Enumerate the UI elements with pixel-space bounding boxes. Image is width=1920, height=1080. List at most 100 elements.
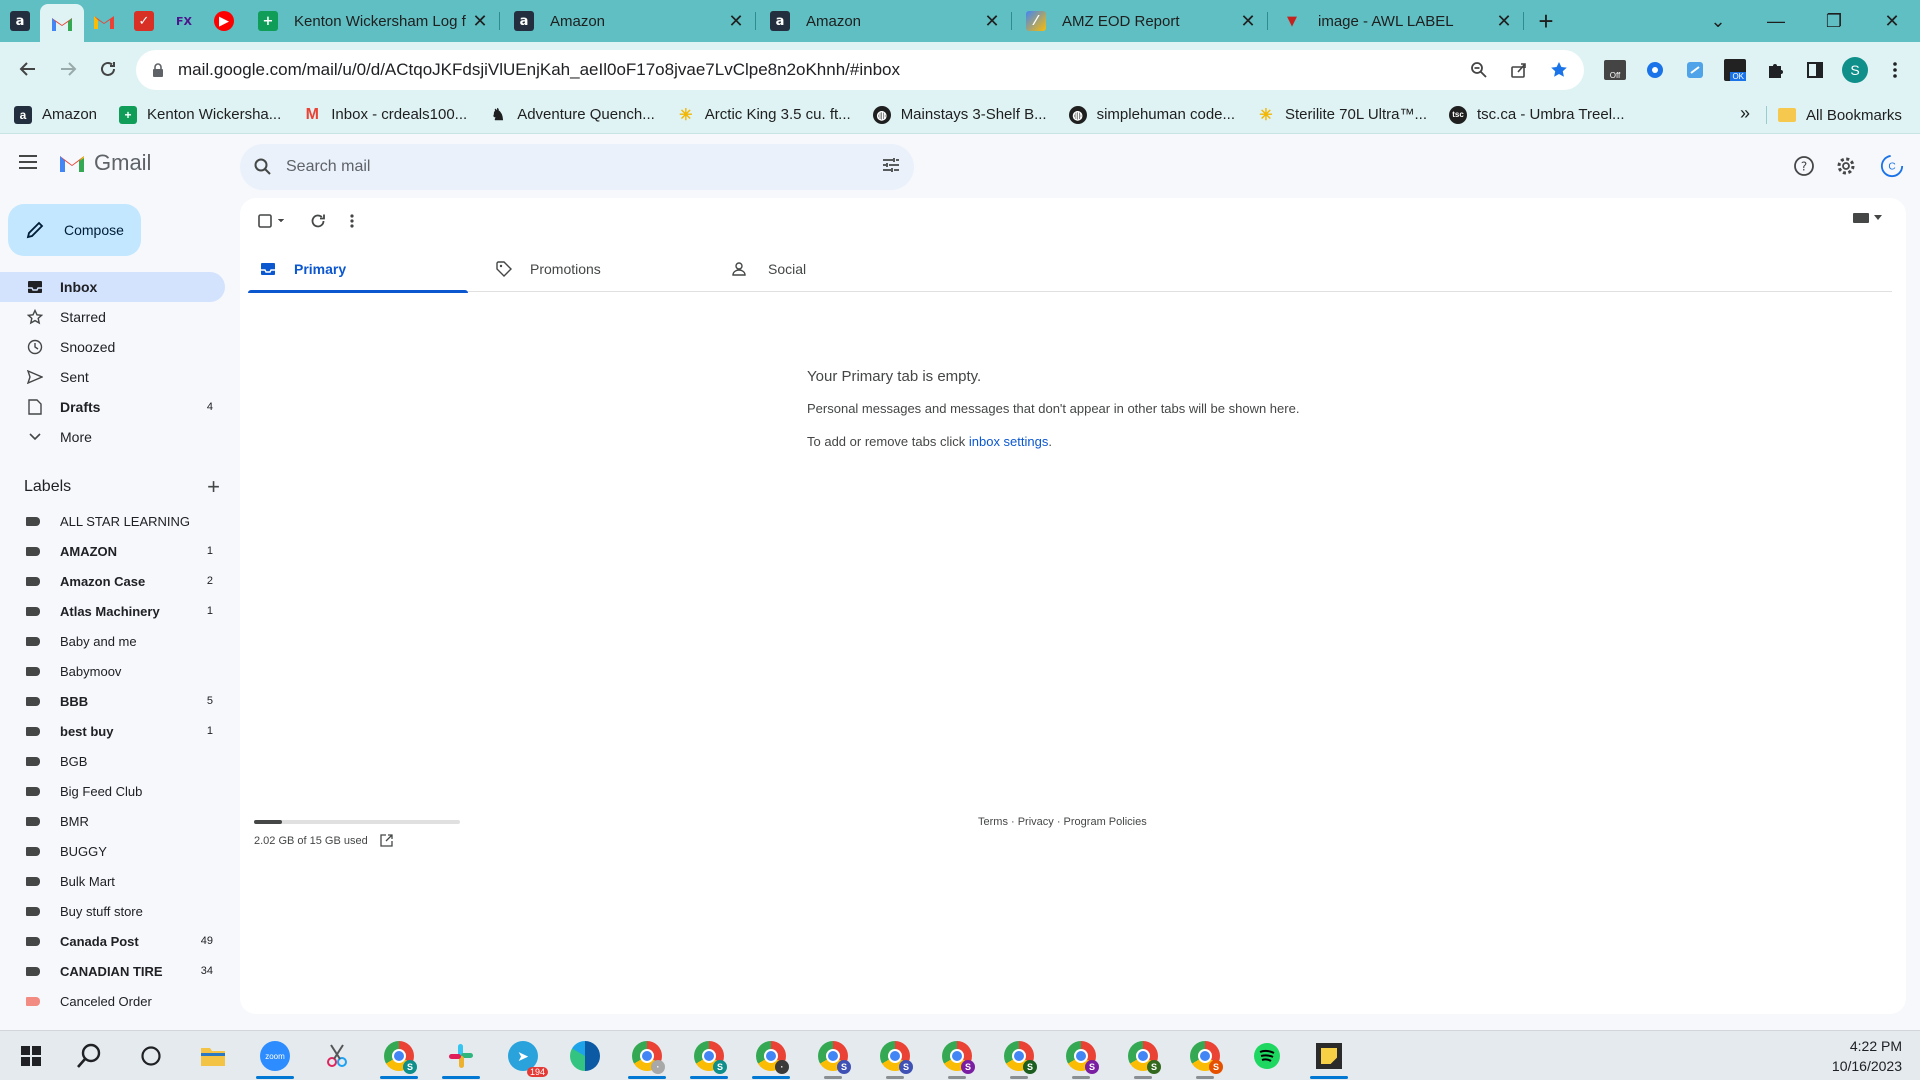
search-taskbar-icon[interactable]: [62, 1031, 116, 1080]
slack-icon[interactable]: [434, 1031, 488, 1080]
settings-gear-icon[interactable]: [1834, 154, 1858, 178]
minimize-button[interactable]: —: [1748, 0, 1804, 42]
tab-promotions[interactable]: Promotions: [484, 246, 704, 292]
search-bar[interactable]: Search mail: [240, 144, 914, 190]
nav-item-snoozed[interactable]: Snoozed: [0, 332, 225, 362]
bookmark-tsc[interactable]: tsc tsc.ca - Umbra Treel...: [1449, 105, 1625, 124]
pinned-tab-youtube[interactable]: ▶: [204, 0, 244, 42]
search-icon[interactable]: [254, 158, 272, 176]
chrome-window-icon[interactable]: S: [1054, 1031, 1108, 1080]
label-item[interactable]: Babymoov: [0, 656, 225, 686]
close-icon[interactable]: ✕: [728, 11, 744, 32]
more-options-icon[interactable]: [350, 208, 354, 234]
select-all-checkbox[interactable]: [258, 208, 286, 234]
lock-icon[interactable]: [152, 63, 164, 77]
add-label-icon[interactable]: +: [207, 474, 220, 500]
label-item[interactable]: Bulk Mart: [0, 866, 225, 896]
tab-amazon-1[interactable]: a Amazon ✕: [500, 0, 756, 42]
label-item[interactable]: BGB: [0, 746, 225, 776]
label-item[interactable]: Canada Post 49: [0, 926, 225, 956]
tab-kenton-log[interactable]: + Kenton Wickersham Log f ✕: [244, 0, 500, 42]
chrome-window-icon[interactable]: S: [682, 1031, 736, 1080]
snipping-tool-icon[interactable]: [310, 1031, 364, 1080]
help-icon[interactable]: ?: [1792, 154, 1816, 178]
close-icon[interactable]: ✕: [1240, 11, 1256, 32]
back-button[interactable]: [8, 49, 48, 89]
pinned-tab-amazon[interactable]: a: [0, 0, 40, 42]
bookmark-inbox[interactable]: M Inbox - crdeals100...: [303, 106, 468, 124]
chrome-window-icon[interactable]: ·: [744, 1031, 798, 1080]
bookmark-arctic-king[interactable]: ✳ Arctic King 3.5 cu. ft...: [677, 106, 851, 124]
inbox-settings-link[interactable]: inbox settings: [969, 434, 1049, 449]
extension-off-icon[interactable]: Off: [1600, 56, 1630, 84]
browser-menu-icon[interactable]: [1880, 56, 1910, 84]
compose-button[interactable]: Compose: [8, 204, 141, 256]
close-window-button[interactable]: ✕: [1864, 0, 1920, 42]
bookmark-kenton[interactable]: + Kenton Wickersha...: [119, 105, 281, 124]
gmail-logo[interactable]: Gmail: [58, 150, 151, 176]
task-view-icon[interactable]: [124, 1031, 178, 1080]
label-item[interactable]: Baby and me: [0, 626, 225, 656]
telegram-icon[interactable]: ➤ 194: [496, 1031, 550, 1080]
label-item[interactable]: AMAZON 1: [0, 536, 225, 566]
nav-item-starred[interactable]: Starred: [0, 302, 225, 332]
chrome-profile-icon[interactable]: S: [372, 1031, 426, 1080]
nav-item-drafts[interactable]: Drafts 4: [0, 392, 225, 422]
zoom-app-icon[interactable]: zoom: [248, 1031, 302, 1080]
bookmark-sterilite[interactable]: ✳ Sterilite 70L Ultra™...: [1257, 106, 1427, 124]
profile-avatar[interactable]: S: [1840, 56, 1870, 84]
main-menu-icon[interactable]: [18, 154, 38, 170]
share-icon[interactable]: [1504, 56, 1534, 84]
bookmark-simplehuman[interactable]: ◍ simplehuman code...: [1068, 105, 1235, 124]
chrome-window-icon[interactable]: S: [1178, 1031, 1232, 1080]
file-explorer-icon[interactable]: [186, 1031, 240, 1080]
label-item[interactable]: ALL STAR LEARNING: [0, 506, 225, 536]
label-item[interactable]: Amazon Case 2: [0, 566, 225, 596]
tab-primary[interactable]: Primary: [248, 246, 468, 293]
pinned-tab-gmail-2[interactable]: [84, 0, 124, 42]
label-item[interactable]: Canceled Order: [0, 986, 225, 1016]
input-tools-button[interactable]: [1852, 212, 1882, 224]
all-bookmarks-button[interactable]: All Bookmarks: [1778, 96, 1902, 134]
label-item[interactable]: best buy 1: [0, 716, 225, 746]
chrome-window-icon[interactable]: ·: [620, 1031, 674, 1080]
tab-awl-label[interactable]: ▼ image - AWL LABEL ✕: [1268, 0, 1524, 42]
pinned-tab-check[interactable]: ✓: [124, 0, 164, 42]
tab-amazon-2[interactable]: a Amazon ✕: [756, 0, 1012, 42]
sticky-notes-icon[interactable]: [1302, 1031, 1356, 1080]
system-clock[interactable]: 4:22 PM 10/16/2023: [1832, 1036, 1902, 1076]
close-icon[interactable]: ✕: [472, 11, 488, 32]
extension-gear-icon[interactable]: [1640, 56, 1670, 84]
label-item[interactable]: BBB 5: [0, 686, 225, 716]
nav-item-more[interactable]: More: [0, 422, 225, 452]
pinned-tab-gmail[interactable]: [40, 4, 84, 42]
label-item[interactable]: CANADIAN TIRE 34: [0, 956, 225, 986]
address-bar[interactable]: mail.google.com/mail/u/0/d/ACtqoJKFdsjiV…: [136, 50, 1584, 90]
bookmark-amazon[interactable]: a Amazon: [14, 105, 97, 124]
extension-link-icon[interactable]: [1680, 56, 1710, 84]
extension-ok-icon[interactable]: OK: [1720, 56, 1750, 84]
tab-search-chevron-icon[interactable]: ⌄: [1690, 0, 1746, 42]
extensions-puzzle-icon[interactable]: [1760, 56, 1790, 84]
side-panel-icon[interactable]: [1800, 56, 1830, 84]
start-button[interactable]: [4, 1031, 58, 1080]
label-item[interactable]: Buy stuff store: [0, 896, 225, 926]
forward-button[interactable]: [48, 49, 88, 89]
chrome-window-icon[interactable]: S: [806, 1031, 860, 1080]
pinned-tab-fedex[interactable]: FX: [164, 0, 204, 42]
chrome-window-icon[interactable]: S: [992, 1031, 1046, 1080]
label-item[interactable]: BMR: [0, 806, 225, 836]
account-avatar[interactable]: C: [1880, 154, 1904, 178]
tab-social[interactable]: Social: [720, 246, 940, 292]
footer-links[interactable]: Terms · Privacy · Program Policies: [978, 816, 1147, 828]
edge-browser-icon[interactable]: [558, 1031, 612, 1080]
spotify-icon[interactable]: [1240, 1031, 1294, 1080]
url-text[interactable]: mail.google.com/mail/u/0/d/ACtqoJKFdsjiV…: [178, 60, 900, 80]
open-in-new-icon[interactable]: [380, 834, 393, 847]
bookmark-mainstays[interactable]: ◍ Mainstays 3-Shelf B...: [872, 105, 1047, 124]
tab-amz-eod-report[interactable]: ⁄ AMZ EOD Report ✕: [1012, 0, 1268, 42]
chrome-window-icon[interactable]: S: [1116, 1031, 1170, 1080]
new-tab-button[interactable]: +: [1524, 0, 1568, 42]
reload-button[interactable]: [88, 49, 128, 89]
bookmark-star-icon[interactable]: [1544, 56, 1574, 84]
